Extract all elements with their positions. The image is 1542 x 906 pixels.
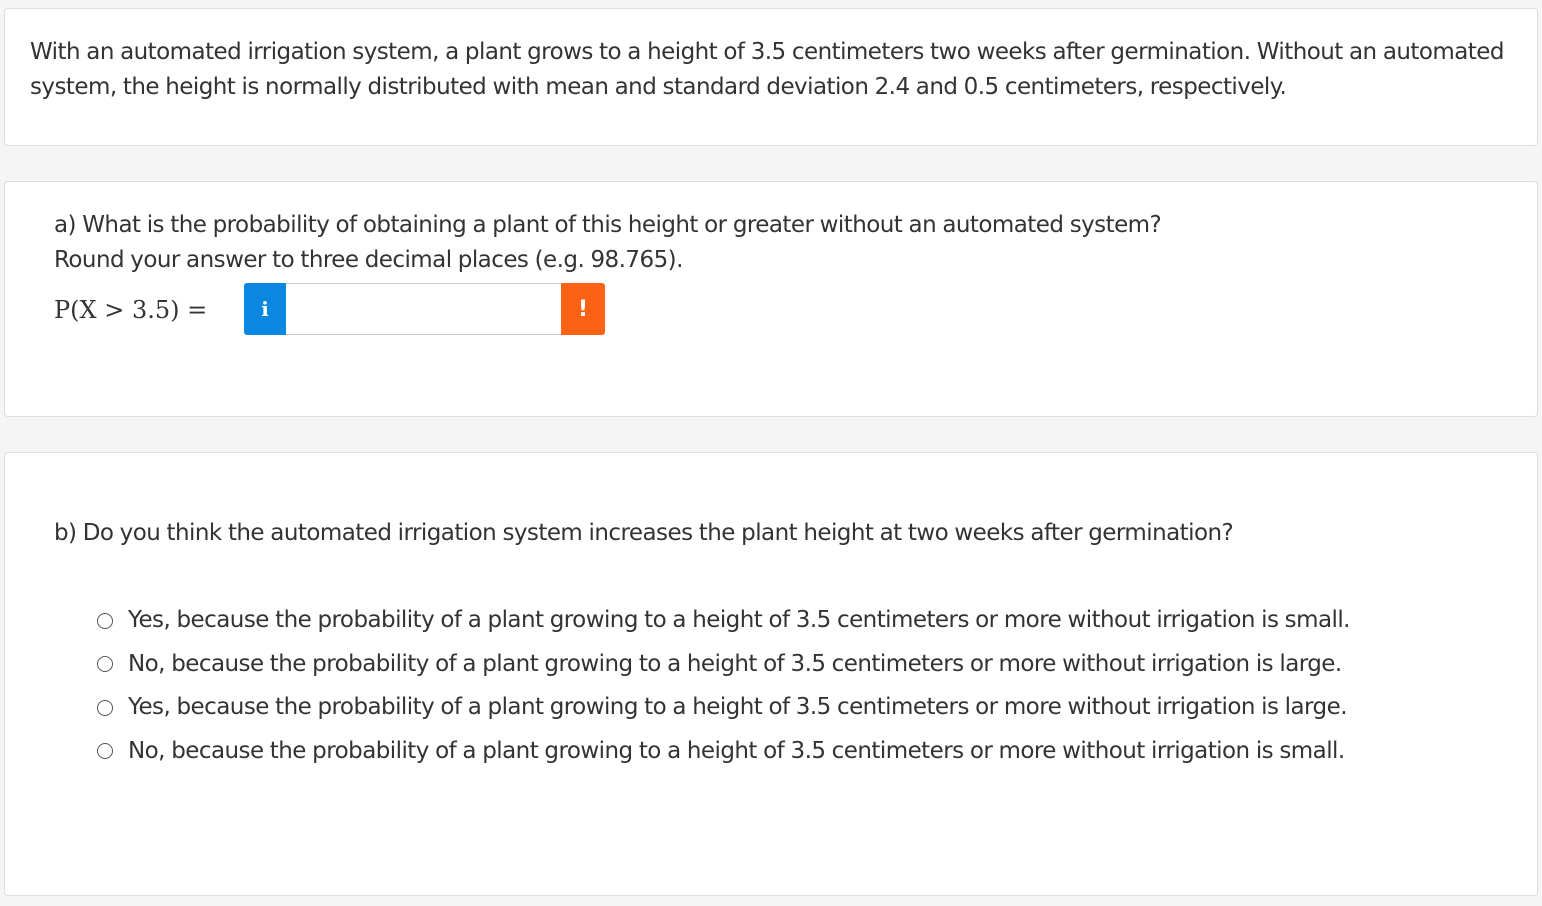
answer-input-group: i !: [244, 283, 605, 335]
warning-icon[interactable]: !: [561, 283, 605, 335]
option-label: No, because the probability of a plant g…: [128, 650, 1342, 677]
radio-button[interactable]: [97, 656, 113, 673]
answer-option[interactable]: Yes, because the probability of a plant …: [95, 686, 1515, 730]
probability-expression: P(X > 3.5) =: [54, 296, 208, 324]
problem-statement: With an automated irrigation system, a p…: [30, 39, 1504, 100]
answer-option[interactable]: Yes, because the probability of a plant …: [95, 599, 1515, 643]
part-b-card: b) Do you think the automated irrigation…: [4, 452, 1538, 896]
part-a-question: a) What is the probability of obtaining …: [54, 212, 1162, 238]
info-icon[interactable]: i: [244, 283, 286, 335]
option-label: No, because the probability of a plant g…: [128, 737, 1345, 764]
radio-button[interactable]: [97, 743, 113, 760]
part-a-instruction: Round your answer to three decimal place…: [54, 247, 683, 273]
option-label: Yes, because the probability of a plant …: [128, 607, 1351, 634]
answer-option[interactable]: No, because the probability of a plant g…: [95, 643, 1515, 687]
option-label: Yes, because the probability of a plant …: [128, 694, 1348, 721]
answer-options: Yes, because the probability of a plant …: [95, 599, 1515, 773]
probability-expression-row: P(X > 3.5) =: [54, 284, 244, 336]
part-b-question: b) Do you think the automated irrigation…: [54, 520, 1234, 546]
answer-option[interactable]: No, because the probability of a plant g…: [95, 730, 1515, 774]
problem-statement-card: With an automated irrigation system, a p…: [4, 8, 1538, 146]
part-a-card: a) What is the probability of obtaining …: [4, 181, 1538, 417]
radio-button[interactable]: [97, 612, 113, 629]
answer-input[interactable]: [286, 283, 561, 335]
radio-button[interactable]: [97, 699, 113, 716]
